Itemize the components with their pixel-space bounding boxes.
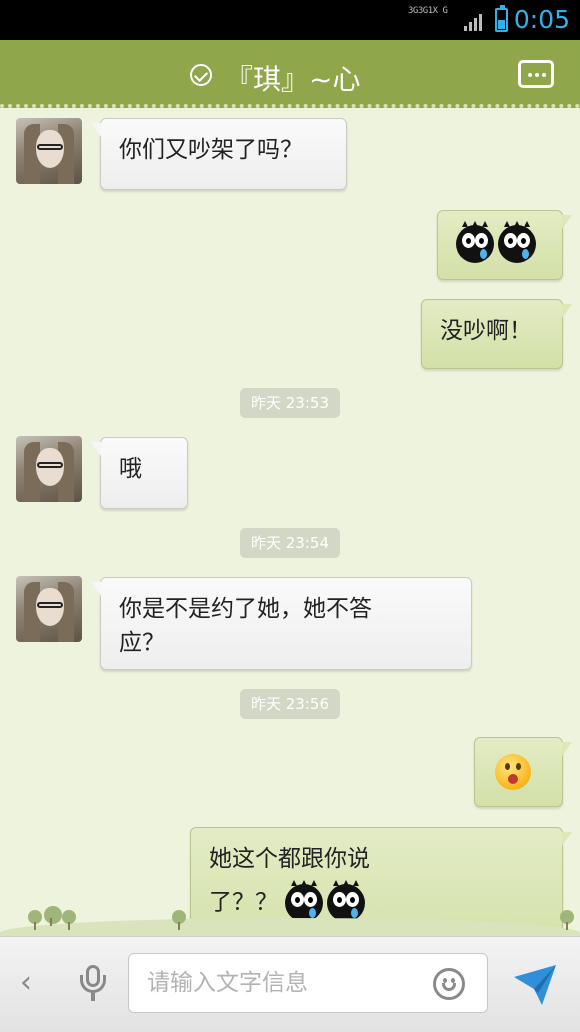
message-bubble-sent[interactable] xyxy=(474,737,572,807)
chevron-left-icon[interactable]: ‹ xyxy=(20,965,32,1000)
timestamp: 昨天 23:53 xyxy=(240,388,340,418)
battery-icon xyxy=(495,5,508,32)
smiley-icon[interactable] xyxy=(433,968,465,1000)
message-text-line: 她这个都跟你说 xyxy=(209,846,370,872)
message-bubble-received[interactable]: 你是不是约了她，她不答 应？ xyxy=(91,577,472,670)
status-time: 0:05 xyxy=(513,5,570,34)
crying-black-emoji-icon xyxy=(456,221,494,263)
surprised-yellow-emoji-icon xyxy=(495,754,531,790)
chat-messages[interactable]: 你们又吵架了吗？ 没吵啊！ 昨天 23:53 哦 昨天 23:54 你是不是约了… xyxy=(0,108,580,936)
more-options-button[interactable] xyxy=(518,60,554,88)
contact-avatar[interactable] xyxy=(16,576,82,642)
crying-black-emoji-icon xyxy=(498,221,536,263)
send-icon[interactable] xyxy=(512,963,558,1007)
message-bubble-sent[interactable] xyxy=(437,210,572,280)
message-bubble-received[interactable]: 你们又吵架了吗？ xyxy=(91,118,347,190)
message-text-line: 你是不是约了她，她不答 xyxy=(119,596,372,622)
microphone-icon[interactable] xyxy=(80,965,106,1003)
check-circle-icon xyxy=(190,64,212,86)
message-bubble-received[interactable]: 哦 xyxy=(91,437,188,509)
contact-name-title[interactable]: 『琪』~心 xyxy=(225,58,360,98)
input-bar: ‹ xyxy=(0,936,580,1032)
timestamp: 昨天 23:54 xyxy=(240,528,340,558)
message-text: 没吵啊！ xyxy=(440,318,532,344)
message-bubble-sent[interactable]: 没吵啊！ xyxy=(421,299,572,369)
message-text: 哦 xyxy=(119,456,142,482)
timestamp: 昨天 23:56 xyxy=(240,689,340,719)
network-indicators: 3G3G1X G xyxy=(408,6,448,16)
contact-avatar[interactable] xyxy=(16,436,82,502)
contact-avatar[interactable] xyxy=(16,118,82,184)
background-landscape xyxy=(0,890,580,936)
message-text: 你们又吵架了吗？ xyxy=(119,137,303,163)
chat-header: 『琪』~心 xyxy=(0,40,580,108)
message-text-line: 应？ xyxy=(119,630,165,656)
signal-icon xyxy=(464,14,484,31)
status-bar: 3G3G1X G 0:05 xyxy=(0,0,580,40)
